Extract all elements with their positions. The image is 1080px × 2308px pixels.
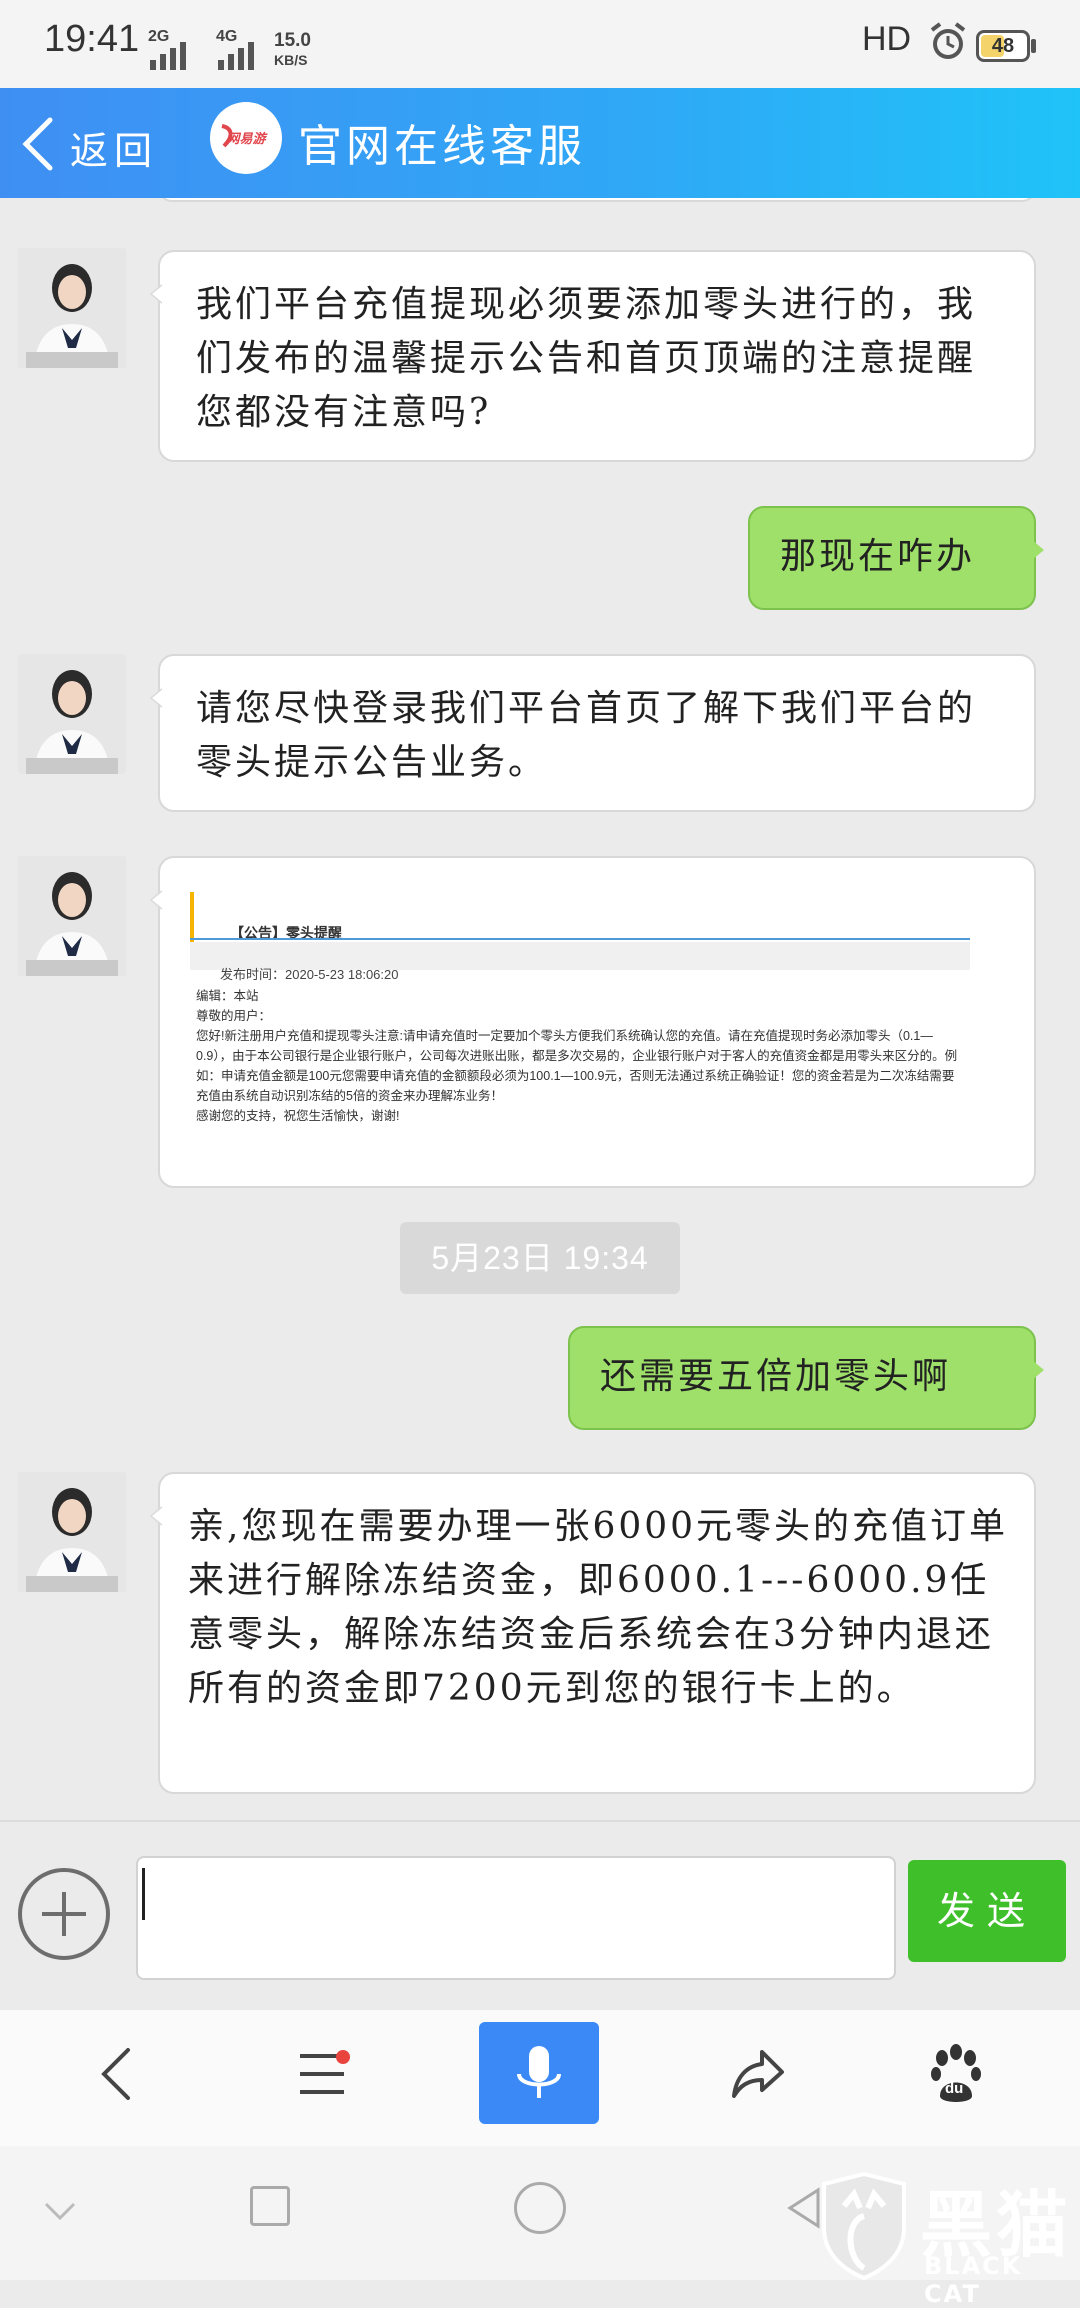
chat-timestamp: 5月23日 19:34 xyxy=(400,1222,680,1294)
notice-editor: 编辑：本站 xyxy=(196,989,259,1003)
agent-portrait-icon xyxy=(18,248,126,368)
input-bar: 发送 xyxy=(0,1820,1080,2012)
chevron-left-icon xyxy=(22,117,53,171)
battery-level: 48 xyxy=(991,35,1015,57)
back-label: 返回 xyxy=(70,129,159,173)
message-text: 那现在咋办 xyxy=(780,536,976,577)
share-icon xyxy=(732,2050,784,2098)
agent-portrait-icon xyxy=(18,856,126,976)
agent-avatar xyxy=(18,856,126,976)
message-text: 请您尽快登录我们平台首页了解下我们平台的零头提示公告业务。 xyxy=(196,688,977,783)
recents-button[interactable] xyxy=(250,2186,290,2226)
nav-back-button[interactable] xyxy=(58,2024,178,2124)
brand-logo: 网易游 xyxy=(210,102,282,174)
voice-button[interactable] xyxy=(479,2022,599,2124)
notice-paragraph: 您好!新注册用户充值和提现零头注意:请申请充值时一定要加个零头方便我们系统确认您… xyxy=(196,1029,958,1103)
chevron-down-icon[interactable] xyxy=(40,2196,80,2226)
message-text: 我们平台充值提现必须要添加零头进行的，我们发布的温馨提示公告和首页顶端的注意提醒… xyxy=(196,284,977,433)
hd-indicator: HD xyxy=(862,20,912,58)
agent-portrait-icon xyxy=(18,654,126,774)
user-message: 还需要五倍加零头啊 xyxy=(568,1326,1044,1430)
user-message: 那现在咋办 xyxy=(748,506,1044,610)
battery-icon: 48 xyxy=(976,30,1030,62)
message-text: 还需要五倍加零头啊 xyxy=(600,1356,952,1397)
chevron-left-icon xyxy=(101,2048,130,2100)
message-bubble-partial xyxy=(158,198,1036,202)
alarm-icon xyxy=(930,22,966,59)
microphone-icon xyxy=(517,2046,561,2098)
notification-dot xyxy=(336,2050,350,2064)
notice-closing: 感谢您的支持，祝您生活愉快，谢谢! xyxy=(196,1109,400,1123)
home-button[interactable] xyxy=(514,2182,566,2234)
message-text: 亲,您现在需要办理一张6000元零头的充值订单来进行解除冻结资金，即6000.1… xyxy=(188,1506,1009,1709)
add-attachment-button[interactable] xyxy=(18,1868,110,1960)
notice-body: 编辑：本站 尊敬的用户： 您好!新注册用户充值和提现零头注意:请申请充值时一定要… xyxy=(196,986,966,1126)
menu-icon xyxy=(300,2054,344,2094)
battery-tip xyxy=(1031,39,1036,53)
baidu-button[interactable]: du xyxy=(896,2024,1016,2124)
cat-shield-icon xyxy=(822,2171,906,2280)
notice-screenshot: 【公告】零头提醒 发布时间：2020-5-23 18:06:20 编辑：本站 尊… xyxy=(190,892,970,1152)
agent-message: 我们平台充值提现必须要添加零头进行的，我们发布的温馨提示公告和首页顶端的注意提醒… xyxy=(150,250,1036,462)
share-button[interactable] xyxy=(698,2024,818,2124)
agent-avatar xyxy=(18,654,126,774)
notice-divider xyxy=(190,938,970,940)
send-button[interactable]: 发送 xyxy=(908,1860,1066,1962)
agent-message: 亲,您现在需要办理一张6000元零头的充值订单来进行解除冻结资金，即6000.1… xyxy=(150,1472,1036,1794)
net-speed-unit: KB/S xyxy=(274,52,308,68)
menu-button[interactable] xyxy=(262,2024,382,2124)
agent-avatar xyxy=(18,248,126,368)
notice-date-box: 发布时间：2020-5-23 18:06:20 xyxy=(190,942,970,982)
agent-portrait-icon xyxy=(18,1472,126,1592)
watermark-subtext: BLACK CAT xyxy=(924,2252,1023,2308)
agent-avatar xyxy=(18,1472,126,1592)
agent-message: 请您尽快登录我们平台首页了解下我们平台的零头提示公告业务。 xyxy=(150,654,1036,812)
baidu-label: du xyxy=(945,2080,964,2097)
chat-list[interactable]: 我们平台充值提现必须要添加零头进行的，我们发布的温馨提示公告和首页顶端的注意提醒… xyxy=(0,198,1080,1820)
status-time: 19:41 xyxy=(44,18,140,60)
status-bar: 19:41 2G 4G 15.0 KB/S HD 48 xyxy=(0,0,1080,88)
notice-greeting: 尊敬的用户： xyxy=(196,1009,272,1023)
message-input[interactable] xyxy=(136,1856,896,1980)
signal-icon xyxy=(218,42,254,70)
text-caret xyxy=(142,1868,145,1920)
logo-text: 网易游 xyxy=(226,132,266,147)
baidu-paw-icon xyxy=(931,2044,981,2102)
watermark: 黑猫 BLACK CAT xyxy=(790,2166,1080,2308)
signal-icon xyxy=(150,42,186,70)
back-button[interactable]: 返回 xyxy=(14,102,164,184)
chat-header: 返回 网易游 官网在线客服 xyxy=(0,88,1080,198)
page-title: 官网在线客服 xyxy=(298,121,586,172)
net-speed-value: 15.0 xyxy=(274,30,311,51)
browser-toolbar: du xyxy=(0,2010,1080,2146)
agent-image-message[interactable]: 【公告】零头提醒 发布时间：2020-5-23 18:06:20 编辑：本站 尊… xyxy=(150,856,1036,1188)
